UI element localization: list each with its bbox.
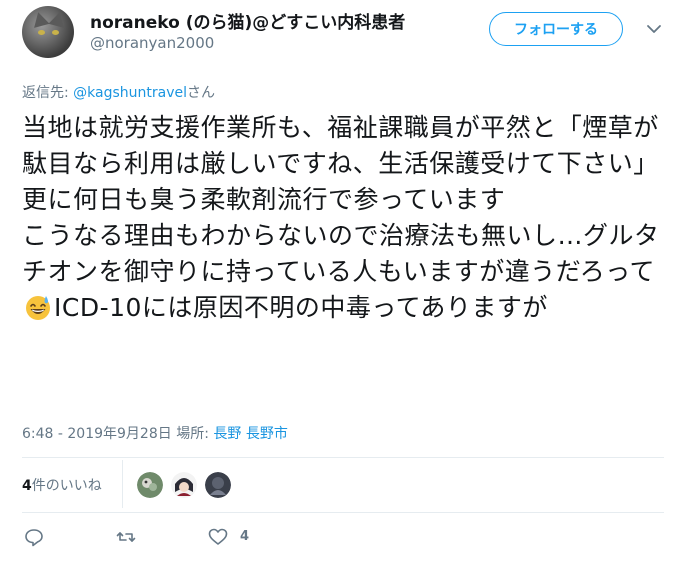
reply-suffix: さん [187, 85, 216, 101]
user-handle[interactable]: @noranyan2000 [90, 34, 214, 52]
divider [22, 512, 664, 513]
liker-avatar[interactable] [137, 472, 163, 498]
follow-button[interactable]: フォローする [489, 12, 623, 46]
chevron-down-icon[interactable] [645, 20, 663, 38]
place-link[interactable]: 長野 長野市 [213, 426, 287, 442]
timestamp[interactable]: 6:48 - 2019年9月28日 [22, 426, 172, 442]
reply-mention-link[interactable]: @kagshuntravel [73, 85, 187, 101]
reply-context: 返信先: @kagshuntravelさん [22, 82, 215, 102]
likes-summary[interactable]: 4件のいいね [22, 475, 102, 495]
tweet-text-tail: ICD-10には原因不明の中毒ってありますが [54, 293, 548, 322]
likes-label: 件のいいね [31, 478, 102, 494]
avatar-eye [38, 30, 45, 35]
avatar-ear [30, 10, 50, 28]
tweet-meta: 6:48 - 2019年9月28日 場所: 長野 長野市 [22, 423, 288, 443]
reply-prefix: 返信先: [22, 85, 74, 101]
liker-avatar[interactable] [205, 472, 231, 498]
reply-icon[interactable] [24, 527, 44, 547]
tweet-text-main: 当地は就労支援作業所も、福祉課職員が平然と「煙草が駄目なら利用は厳しいですね、生… [22, 113, 660, 286]
vertical-divider [122, 460, 123, 508]
avatar-ear [48, 10, 68, 28]
display-name[interactable]: noraneko (のら猫)@どすこい内科患者 [90, 8, 405, 33]
grinning-sweat-emoji [24, 293, 52, 321]
place-prefix: 場所: [171, 426, 214, 442]
likes-count: 4 [22, 478, 32, 494]
liker-avatar[interactable] [171, 472, 197, 498]
like-count: 4 [240, 529, 250, 544]
avatar-eye [52, 30, 59, 35]
heart-icon[interactable] [208, 527, 228, 547]
divider [22, 457, 664, 458]
avatar[interactable] [22, 6, 74, 58]
tweet-card: noraneko (のら猫)@どすこい内科患者 @noranyan2000 フォ… [0, 0, 686, 566]
tweet-text: 当地は就労支援作業所も、福祉課職員が平然と「煙草が駄目なら利用は厳しいですね、生… [22, 110, 662, 326]
retweet-icon[interactable] [116, 527, 136, 547]
